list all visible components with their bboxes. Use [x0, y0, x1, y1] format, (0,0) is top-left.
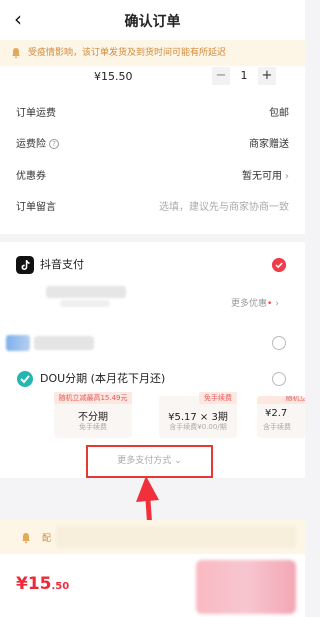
epidemic-notice: 受疫情影响，该订单发货及到货时间可能有所延迟 [0, 40, 305, 66]
insurance-label: 运费险 [16, 139, 46, 150]
shipping-insurance-row: 运费险? 商家赠送 [16, 135, 289, 155]
increase-button[interactable]: + [258, 67, 276, 85]
total-price-decimal: .50 [51, 581, 70, 592]
shipping-label: 订单运费 [16, 108, 56, 119]
total-price: ¥15.50 [16, 574, 69, 594]
plan-main: ¥5.17 × 3期 [168, 412, 228, 423]
checked-icon[interactable] [272, 258, 286, 272]
douyin-logo-icon [16, 256, 34, 274]
redacted-pay-option[interactable] [6, 333, 289, 353]
dou-installment-label: DOU分期 (本月花下月还) [40, 372, 166, 385]
douyin-pay-option[interactable]: 抖音支付 [16, 255, 289, 275]
redacted-offer-detail [60, 300, 110, 307]
quantity-value: 1 [240, 69, 248, 82]
plan-main: ¥2.7 [265, 408, 288, 419]
redacted-notice [56, 526, 296, 548]
payment-card [0, 242, 305, 478]
chevron-right-icon: › [285, 171, 289, 182]
plan-more-installments[interactable]: 随机立 ¥2.7 含手续费 [257, 396, 305, 438]
shipping-value: 包邮 [269, 108, 289, 119]
plan-sub: 含手续费 [263, 423, 291, 431]
radio-icon[interactable] [272, 372, 286, 386]
bell-icon [22, 533, 30, 544]
plan-tag: 免手续费 [199, 392, 237, 404]
more-offers-label: 更多优惠 [231, 299, 268, 309]
douyin-pay-label: 抖音支付 [40, 258, 84, 271]
notice-text: 受疫情影响，该订单发货及到货时间可能有所延迟 [28, 48, 227, 58]
coupon-label: 优惠券 [16, 171, 46, 182]
product-price: ¥15.50 [94, 70, 133, 83]
message-row: 订单留言 选填，建议先与商家协商一致 [16, 198, 289, 218]
more-offers-link[interactable]: 更多优惠• › [231, 296, 279, 309]
nav-bar: ‹ 确认订单 [0, 0, 305, 40]
page-title: 确认订单 [124, 14, 181, 30]
dou-logo-icon [17, 371, 33, 387]
bottom-notice-text: 配 [42, 534, 52, 544]
submit-order-button[interactable] [196, 560, 296, 614]
message-input[interactable]: 选填，建议先与商家协商一致 [159, 198, 289, 218]
plan-no-installment[interactable]: 随机立减最高15.49元 不分期 免手续费 [54, 392, 132, 438]
insurance-value: 商家赠送 [249, 139, 289, 150]
dou-installment-option[interactable]: DOU分期 (本月花下月还) [16, 369, 289, 389]
question-icon[interactable]: ? [49, 139, 59, 149]
decrease-button[interactable]: − [212, 67, 230, 85]
shipping-row: 订单运费 包邮 [16, 104, 289, 124]
plan-tag: 随机立 [257, 396, 305, 404]
message-label: 订单留言 [16, 202, 56, 213]
total-price-integer: ¥15 [16, 574, 52, 594]
plan-sub: 含手续费¥0.00/期 [169, 423, 227, 431]
chevron-down-icon: ⌄ [174, 456, 182, 466]
plan-3-installments[interactable]: 免手续费 ¥5.17 × 3期 含手续费¥0.00/期 [159, 392, 237, 438]
bell-icon [12, 48, 20, 59]
radio-icon[interactable] [272, 336, 286, 350]
redacted-offer [46, 286, 126, 298]
redacted-icon [6, 335, 30, 351]
coupon-row[interactable]: 优惠券 暂无可用 › [16, 167, 289, 187]
more-payment-label: 更多支付方式 [117, 456, 172, 466]
red-dot: • [267, 299, 273, 309]
redacted-label [34, 336, 94, 350]
coupon-value: 暂无可用 [242, 171, 282, 182]
quantity-stepper: − 1 + [212, 67, 276, 85]
plan-main: 不分期 [78, 412, 108, 423]
chevron-right-icon: › [275, 299, 279, 309]
plan-tag: 随机立减最高15.49元 [54, 392, 132, 404]
plan-sub: 免手续费 [79, 423, 107, 431]
